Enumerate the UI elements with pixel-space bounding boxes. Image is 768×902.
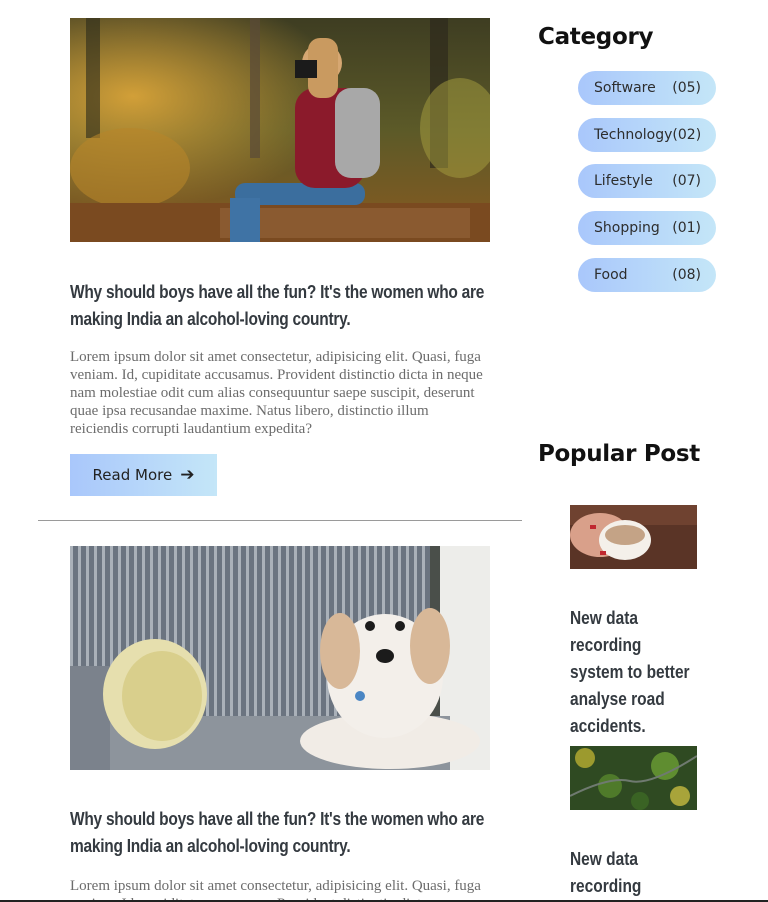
popular-post-image-forest[interactable]	[570, 746, 697, 810]
post-title[interactable]: Why should boys have all the fun? It's t…	[70, 806, 490, 860]
blog-page: Why should boys have all the fun? It's t…	[0, 0, 768, 902]
popular-post-heading: Popular Post	[538, 441, 700, 467]
read-more-button[interactable]: Read More ➔	[70, 454, 217, 496]
category-item-shopping[interactable]: Shopping (01)	[578, 211, 716, 245]
post-image-dog[interactable]	[70, 546, 490, 770]
read-more-label: Read More	[92, 466, 173, 484]
category-item-food[interactable]: Food (08)	[578, 258, 716, 292]
category-label: Shopping	[594, 220, 660, 236]
category-count: (07)	[672, 173, 701, 189]
popular-post-title[interactable]: New data recording system	[570, 846, 699, 902]
category-item-lifestyle[interactable]: Lifestyle (07)	[578, 164, 716, 198]
popular-post-title[interactable]: New data recording system to better anal…	[570, 605, 699, 740]
category-label: Software	[594, 80, 656, 96]
category-count: (08)	[672, 267, 701, 283]
post-excerpt: Lorem ipsum dolor sit amet consectetur, …	[70, 349, 483, 437]
category-label: Technology	[594, 127, 673, 143]
category-count: (02)	[672, 127, 702, 143]
category-heading: Category	[538, 24, 654, 50]
post-excerpt: Lorem ipsum dolor sit amet consectetur, …	[70, 878, 481, 902]
popular-post-image-coffee[interactable]	[570, 505, 697, 569]
post-divider	[38, 520, 522, 521]
arrow-right-icon: ➔	[180, 465, 195, 485]
category-count: (01)	[672, 220, 701, 236]
category-item-software[interactable]: Software (05)	[578, 71, 716, 105]
category-label: Food	[594, 267, 628, 283]
post-image-photographer[interactable]	[70, 18, 490, 242]
category-count: (05)	[672, 80, 701, 96]
category-item-technology[interactable]: Technology (02)	[578, 118, 716, 152]
post-title[interactable]: Why should boys have all the fun? It's t…	[70, 279, 490, 333]
category-label: Lifestyle	[594, 173, 653, 189]
